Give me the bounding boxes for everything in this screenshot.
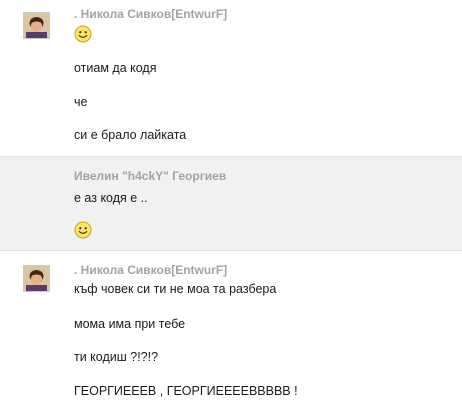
message-group: . Никола Сивков[EntwurF] отиам да кодя ч… — [0, 0, 462, 156]
avatar[interactable] — [23, 12, 50, 39]
message-text: си е брало лайката — [74, 128, 187, 142]
message-text: ГЕОРГИЕЕЕВ , ГЕОРГИЕЕЕЕВВВВВ ! — [74, 384, 298, 398]
sender-name[interactable]: . Никола Сивков[EntwurF] — [74, 263, 227, 277]
message-text: мома има при тебе — [74, 317, 186, 331]
user-photo-icon — [24, 13, 49, 38]
message-text: къф човек си ти не моа та разбера — [74, 282, 277, 296]
message-group: Ивелин "h4ckY" Георгиев е аз кодя е .. — [0, 156, 462, 251]
message-text: че — [74, 95, 88, 109]
message-text: ти кодиш ?!?!? — [74, 350, 159, 364]
smiley-icon — [74, 221, 92, 239]
message-thread: . Никола Сивков[EntwurF] отиам да кодя ч… — [0, 0, 462, 412]
message-group: . Никола Сивков[EntwurF] къф човек си ти… — [0, 251, 462, 412]
user-photo-icon — [24, 266, 49, 291]
smiley-icon — [74, 25, 92, 43]
message-text: отиам да кодя — [74, 61, 157, 75]
sender-name[interactable]: . Никола Сивков[EntwurF] — [74, 7, 227, 21]
sender-name[interactable]: Ивелин "h4ckY" Георгиев — [74, 169, 226, 183]
avatar[interactable] — [23, 265, 50, 292]
message-text: е аз кодя е .. — [74, 191, 148, 205]
